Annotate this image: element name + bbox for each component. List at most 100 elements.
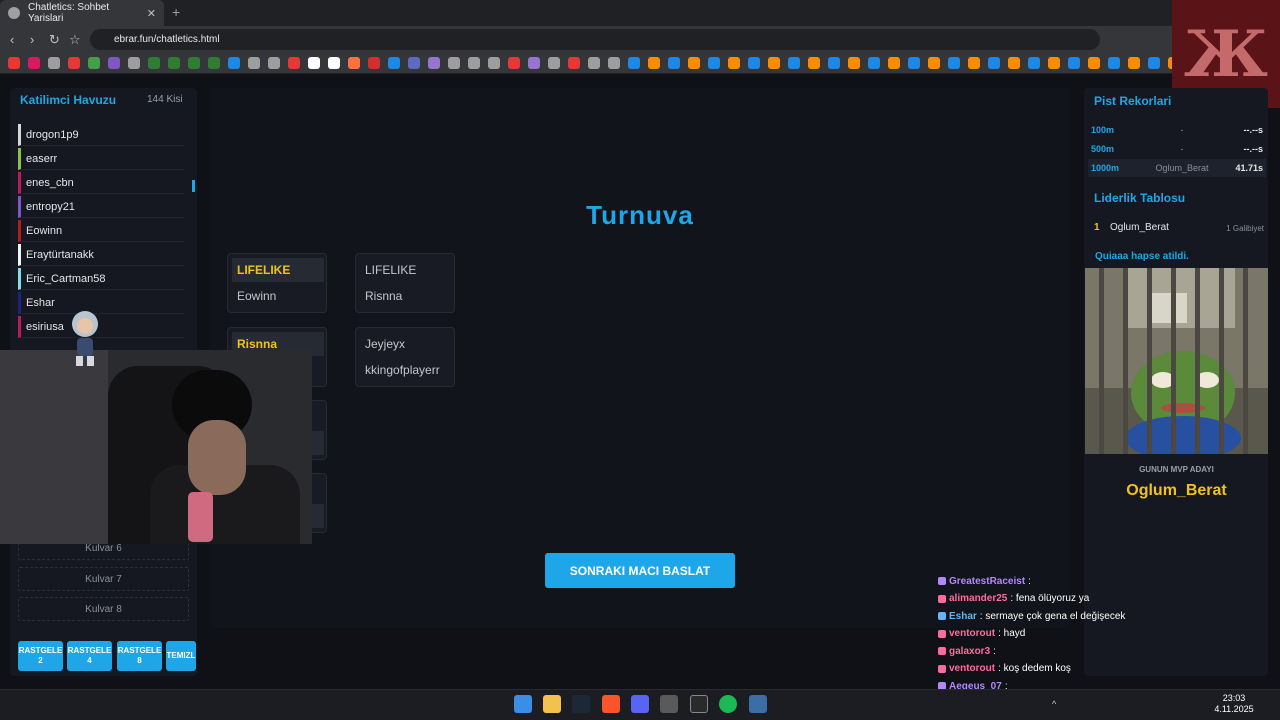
bookmark-icon[interactable] xyxy=(1008,56,1020,69)
bookmark-icon[interactable] xyxy=(848,56,860,69)
bookmark-icon[interactable] xyxy=(468,56,480,69)
back-icon[interactable]: ‹ xyxy=(10,32,14,47)
bookmark-icon[interactable] xyxy=(928,56,940,69)
steam-icon[interactable] xyxy=(572,695,590,713)
bookmark-icon[interactable] xyxy=(768,56,780,69)
bookmark-icon[interactable] xyxy=(548,56,560,69)
bookmark-icon[interactable] xyxy=(188,56,200,69)
bookmark-icon[interactable] xyxy=(888,56,900,69)
tray-chevron-icon[interactable]: ^ xyxy=(1052,699,1056,709)
brave-icon[interactable] xyxy=(602,695,620,713)
bookmark-icon[interactable] xyxy=(348,56,360,69)
bookmark-icon[interactable] xyxy=(728,56,740,69)
bookmark-icon[interactable] xyxy=(708,56,720,69)
bookmark-icon[interactable] xyxy=(688,56,700,69)
lane-8[interactable]: Kulvar 8 xyxy=(18,597,189,621)
bookmark-icon[interactable] xyxy=(268,56,280,69)
bookmark-icon[interactable] xyxy=(608,56,620,69)
bookmark-icon[interactable] xyxy=(28,56,40,69)
bookmark-icon[interactable] xyxy=(68,56,80,69)
bookmark-icon[interactable] xyxy=(1068,56,1080,69)
bookmark-icon[interactable] xyxy=(648,56,660,69)
bookmark-icon[interactable] xyxy=(968,56,980,69)
system-clock[interactable]: 23:03 4.11.2025 xyxy=(1212,693,1256,715)
bookmark-icon[interactable] xyxy=(1028,56,1040,69)
player-list-item[interactable]: Eric_Cartman58 xyxy=(18,268,184,290)
scrollbar-thumb[interactable] xyxy=(192,180,195,192)
bookmark-icon[interactable] xyxy=(488,56,500,69)
discord-icon[interactable] xyxy=(631,695,649,713)
app-icon[interactable] xyxy=(660,695,678,713)
chat-text: : xyxy=(1028,575,1031,587)
player-list-item[interactable]: easerr xyxy=(18,148,184,170)
bookmark-icon[interactable] xyxy=(588,56,600,69)
url-input[interactable]: ebrar.fun/chatletics.html xyxy=(90,29,1100,50)
bookmark-icon[interactable] xyxy=(1048,56,1060,69)
reload-icon[interactable]: ↻ xyxy=(49,32,60,48)
clear-button[interactable]: TEMIZL xyxy=(166,641,196,671)
bookmark-icon[interactable] xyxy=(228,56,240,69)
match-player: LIFELIKE xyxy=(365,263,417,277)
spotify-icon[interactable] xyxy=(719,695,737,713)
bookmark-icon[interactable] xyxy=(148,56,160,69)
match-player: Eowinn xyxy=(237,289,277,303)
windows-start-icon[interactable] xyxy=(514,695,532,713)
player-list-item[interactable]: entropy21 xyxy=(18,196,184,218)
chat-message: ventorout: koş dedem koş xyxy=(938,662,1071,676)
app-icon[interactable] xyxy=(749,695,767,713)
bookmark-icon[interactable] xyxy=(8,56,20,69)
start-next-match-button[interactable]: SONRAKI MACI BASLAT xyxy=(545,553,735,588)
track-record-row: 1000m Oglum_Berat 41.71s xyxy=(1088,159,1266,177)
bookmark-icon[interactable] xyxy=(508,56,520,69)
bookmark-icon[interactable] xyxy=(308,56,320,69)
bookmark-icon[interactable] xyxy=(988,56,1000,69)
bookmark-icon[interactable] xyxy=(448,56,460,69)
file-explorer-icon[interactable] xyxy=(543,695,561,713)
random-8-button[interactable]: RASTGELE 8 xyxy=(117,641,162,671)
bookmark-icon[interactable] xyxy=(108,56,120,69)
player-list-item[interactable]: Eowinn xyxy=(18,220,184,242)
random-2-button[interactable]: RASTGELE 2 xyxy=(18,641,63,671)
chat-text: : fena ölüyoruz ya xyxy=(1010,593,1090,604)
player-list-item[interactable]: Eraytürtanakk xyxy=(18,244,184,266)
obs-icon[interactable] xyxy=(690,695,708,713)
bookmark-icon[interactable] xyxy=(368,56,380,69)
player-list-item[interactable]: drogon1p9 xyxy=(18,124,184,146)
random-4-button[interactable]: RASTGELE 4 xyxy=(67,641,112,671)
bookmark-icon[interactable] xyxy=(948,56,960,69)
bookmark-icon[interactable] xyxy=(748,56,760,69)
close-tab-icon[interactable]: ✕ xyxy=(147,7,156,20)
bookmark-icon[interactable] xyxy=(828,56,840,69)
bookmark-icon[interactable] xyxy=(208,56,220,69)
bookmark-icon[interactable] xyxy=(528,56,540,69)
bookmark-icon[interactable] xyxy=(568,56,580,69)
bookmark-icon[interactable] xyxy=(868,56,880,69)
lane-7[interactable]: Kulvar 7 xyxy=(18,567,189,591)
bookmark-icon[interactable] xyxy=(128,56,140,69)
tab-title: Chatletics: Sohbet Yarislari xyxy=(27,2,110,24)
bookmark-icon[interactable] xyxy=(808,56,820,69)
bookmark-icon[interactable] xyxy=(288,56,300,69)
bookmark-icon[interactable]: ☆ xyxy=(69,32,81,48)
bookmark-icon[interactable] xyxy=(908,56,920,69)
bookmark-icon[interactable] xyxy=(1128,56,1140,69)
browser-tab[interactable]: Chatletics: Sohbet Yarislari ✕ xyxy=(0,0,164,26)
player-list-item[interactable]: enes_cbn xyxy=(18,172,184,194)
bookmark-icon[interactable] xyxy=(668,56,680,69)
bookmark-icon[interactable] xyxy=(248,56,260,69)
bookmark-icon[interactable] xyxy=(1148,56,1160,69)
mvp-label: GUNUN MVP ADAYI xyxy=(1139,465,1214,474)
bookmark-icon[interactable] xyxy=(388,56,400,69)
bookmark-icon[interactable] xyxy=(168,56,180,69)
bookmark-icon[interactable] xyxy=(88,56,100,69)
new-tab-button[interactable]: + xyxy=(172,4,180,20)
bookmark-icon[interactable] xyxy=(328,56,340,69)
forward-icon[interactable]: › xyxy=(30,32,34,47)
bookmark-icon[interactable] xyxy=(408,56,420,69)
bookmark-icon[interactable] xyxy=(788,56,800,69)
bookmark-icon[interactable] xyxy=(48,56,60,69)
bookmark-icon[interactable] xyxy=(428,56,440,69)
bookmark-icon[interactable] xyxy=(1108,56,1120,69)
bookmark-icon[interactable] xyxy=(628,56,640,69)
bookmark-icon[interactable] xyxy=(1088,56,1100,69)
